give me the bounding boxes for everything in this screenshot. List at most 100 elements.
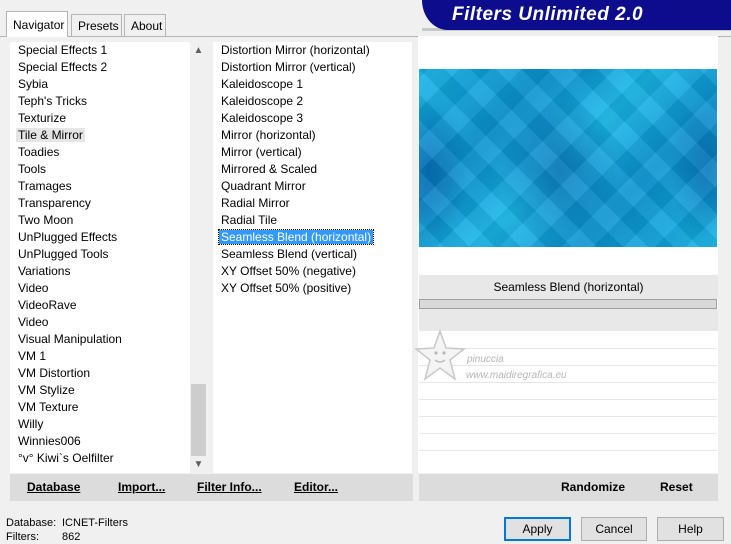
category-list[interactable]: Special Effects 1 Special Effects 2 Sybia T…	[10, 42, 190, 473]
filter-item[interactable]: Kaleidoscope 3	[213, 110, 412, 127]
apply-button[interactable]: Apply	[504, 517, 571, 541]
category-item[interactable]: Transparency	[10, 195, 190, 212]
list-item-label: Texturize	[18, 111, 67, 125]
preview-image	[419, 69, 717, 247]
category-item[interactable]: Sybia	[10, 76, 190, 93]
filter-item[interactable]: Seamless Blend (vertical)	[213, 246, 412, 263]
list-item-label: Kaleidoscope 3	[221, 111, 304, 125]
filters-count: 862	[62, 531, 81, 543]
category-items: Special Effects 1 Special Effects 2 Sybia T…	[10, 42, 190, 467]
divider	[419, 399, 717, 400]
import-button[interactable]: Import...	[118, 474, 165, 501]
filter-item[interactable]: Kaleidoscope 1	[213, 76, 412, 93]
list-item-label: Teph's Tricks	[18, 94, 87, 108]
category-item[interactable]: Tramages	[10, 178, 190, 195]
list-item-label: °v° Kiwi`s Oelfilter	[18, 451, 114, 465]
list-item-label: Mirrored & Scaled	[221, 162, 318, 176]
list-item-label: UnPlugged Tools	[18, 247, 109, 261]
list-item-label: Transparency	[18, 196, 91, 210]
category-item[interactable]: VM Texture	[10, 399, 190, 416]
list-item-label: XY Offset 50% (positive)	[221, 281, 352, 295]
category-item[interactable]: Tools	[10, 161, 190, 178]
category-item[interactable]: Video	[10, 314, 190, 331]
category-scrollbar[interactable]: ▲ ▼	[190, 42, 207, 473]
scrollbar-thumb[interactable]	[191, 384, 206, 456]
divider	[419, 433, 717, 434]
filter-item[interactable]: Distortion Mirror (horizontal)	[213, 42, 412, 59]
filters-label: Filters:	[6, 531, 39, 543]
category-item[interactable]: Texturize	[10, 110, 190, 127]
list-item-label: Distortion Mirror (horizontal)	[221, 43, 370, 57]
filter-item[interactable]: Distortion Mirror (vertical)	[213, 59, 412, 76]
cancel-button[interactable]: Cancel	[581, 517, 647, 541]
watermark-url: www.maidiregrafica.eu	[466, 370, 567, 381]
randomize-button[interactable]: Randomize	[561, 474, 625, 501]
category-item[interactable]: °v° Kiwi`s Oelfilter	[10, 450, 190, 467]
filter-item[interactable]: Seamless Blend (horizontal)	[213, 229, 412, 246]
filter-item[interactable]: XY Offset 50% (positive)	[213, 280, 412, 297]
filter-item[interactable]: Mirrored & Scaled	[213, 161, 412, 178]
list-item-label: Winnies006	[18, 434, 81, 448]
tab-navigator[interactable]: Navigator	[6, 11, 68, 37]
category-item[interactable]: Special Effects 1	[10, 42, 190, 59]
parameter-slider[interactable]	[419, 299, 717, 309]
filter-item[interactable]: XY Offset 50% (negative)	[213, 263, 412, 280]
list-item-label: Tramages	[18, 179, 72, 193]
filter-item[interactable]: Radial Mirror	[213, 195, 412, 212]
help-button[interactable]: Help	[657, 517, 724, 541]
list-item-label: Willy	[18, 417, 44, 431]
tab-about[interactable]: About	[124, 14, 166, 36]
watermark-star-icon	[414, 329, 466, 381]
list-item-label: Radial Mirror	[221, 196, 290, 210]
editor-button[interactable]: Editor...	[294, 474, 338, 501]
list-item-label: Variations	[18, 264, 71, 278]
list-item-label: VM Texture	[18, 400, 79, 414]
list-item-label: Video	[18, 281, 49, 295]
list-item-label: Kaleidoscope 1	[221, 77, 304, 91]
filter-item[interactable]: Radial Tile	[213, 212, 412, 229]
database-value: ICNET-Filters	[62, 517, 128, 529]
list-item-label: Tools	[18, 162, 47, 176]
category-item[interactable]: Winnies006	[10, 433, 190, 450]
app-title: Filters Unlimited 2.0	[452, 4, 644, 25]
category-item[interactable]: Teph's Tricks	[10, 93, 190, 110]
category-item[interactable]: VideoRave	[10, 297, 190, 314]
scroll-up-arrow-icon[interactable]: ▲	[190, 42, 207, 59]
selected-filter-name: Seamless Blend (horizontal)	[419, 275, 718, 299]
category-item[interactable]: Special Effects 2	[10, 59, 190, 76]
list-item-label: Sybia	[18, 77, 49, 91]
tab-presets[interactable]: Presets	[71, 14, 122, 36]
filter-item[interactable]: Mirror (vertical)	[213, 144, 412, 161]
list-item-label: VM 1	[18, 349, 47, 363]
list-item-label: Toadies	[18, 145, 60, 159]
filter-list[interactable]: Distortion Mirror (horizontal) Distortion…	[213, 42, 412, 473]
database-label: Database:	[6, 517, 57, 529]
category-item[interactable]: Visual Manipulation	[10, 331, 190, 348]
filter-item[interactable]: Kaleidoscope 2	[213, 93, 412, 110]
database-button[interactable]: Database	[27, 474, 80, 501]
category-item[interactable]: Toadies	[10, 144, 190, 161]
category-item[interactable]: Video	[10, 280, 190, 297]
filter-info-button[interactable]: Filter Info...	[197, 474, 262, 501]
filter-item[interactable]: Quadrant Mirror	[213, 178, 412, 195]
category-item[interactable]: UnPlugged Tools	[10, 246, 190, 263]
scroll-down-arrow-icon[interactable]: ▼	[190, 456, 207, 473]
list-item-label: XY Offset 50% (negative)	[221, 264, 356, 278]
category-item[interactable]: VM Distortion	[10, 365, 190, 382]
list-item-label: Video	[18, 315, 49, 329]
list-item-label: VM Stylize	[18, 383, 75, 397]
category-item[interactable]: VM Stylize	[10, 382, 190, 399]
divider	[419, 416, 717, 417]
category-item[interactable]: Tile & Mirror	[10, 127, 190, 144]
filter-item[interactable]: Mirror (horizontal)	[213, 127, 412, 144]
list-item-label: Two Moon	[18, 213, 74, 227]
reset-button[interactable]: Reset	[660, 474, 693, 501]
list-item-label: Mirror (vertical)	[221, 145, 302, 159]
category-item[interactable]: UnPlugged Effects	[10, 229, 190, 246]
divider	[419, 450, 717, 451]
category-item[interactable]: VM 1	[10, 348, 190, 365]
preview-pattern-overlay	[419, 69, 717, 247]
category-item[interactable]: Two Moon	[10, 212, 190, 229]
category-item[interactable]: Variations	[10, 263, 190, 280]
category-item[interactable]: Willy	[10, 416, 190, 433]
